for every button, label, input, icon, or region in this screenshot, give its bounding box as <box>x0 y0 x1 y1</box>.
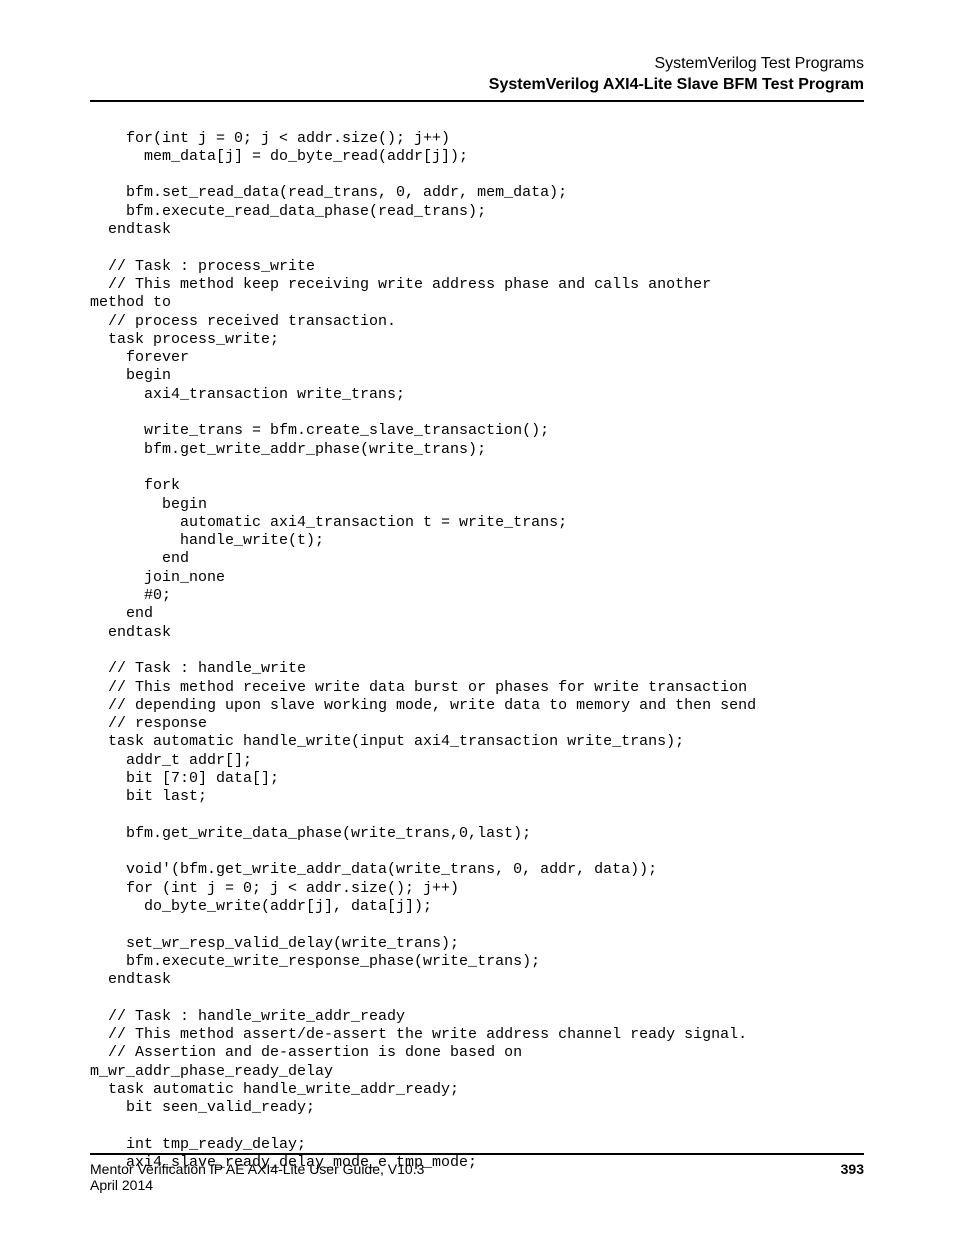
header-section: SystemVerilog AXI4-Lite Slave BFM Test P… <box>90 75 864 96</box>
page-footer: Mentor Verification IP AE AXI4-Lite User… <box>90 1153 864 1193</box>
footer-left: Mentor Verification IP AE AXI4-Lite User… <box>90 1161 424 1193</box>
footer-date: April 2014 <box>90 1177 424 1193</box>
code-block: for(int j = 0; j < addr.size(); j++) mem… <box>90 130 864 1173</box>
footer-title: Mentor Verification IP AE AXI4-Lite User… <box>90 1161 424 1177</box>
header-chapter: SystemVerilog Test Programs <box>90 54 864 75</box>
page-header: SystemVerilog Test Programs SystemVerilo… <box>90 54 864 102</box>
page-number: 393 <box>841 1161 864 1193</box>
document-page: SystemVerilog Test Programs SystemVerilo… <box>0 0 954 1173</box>
